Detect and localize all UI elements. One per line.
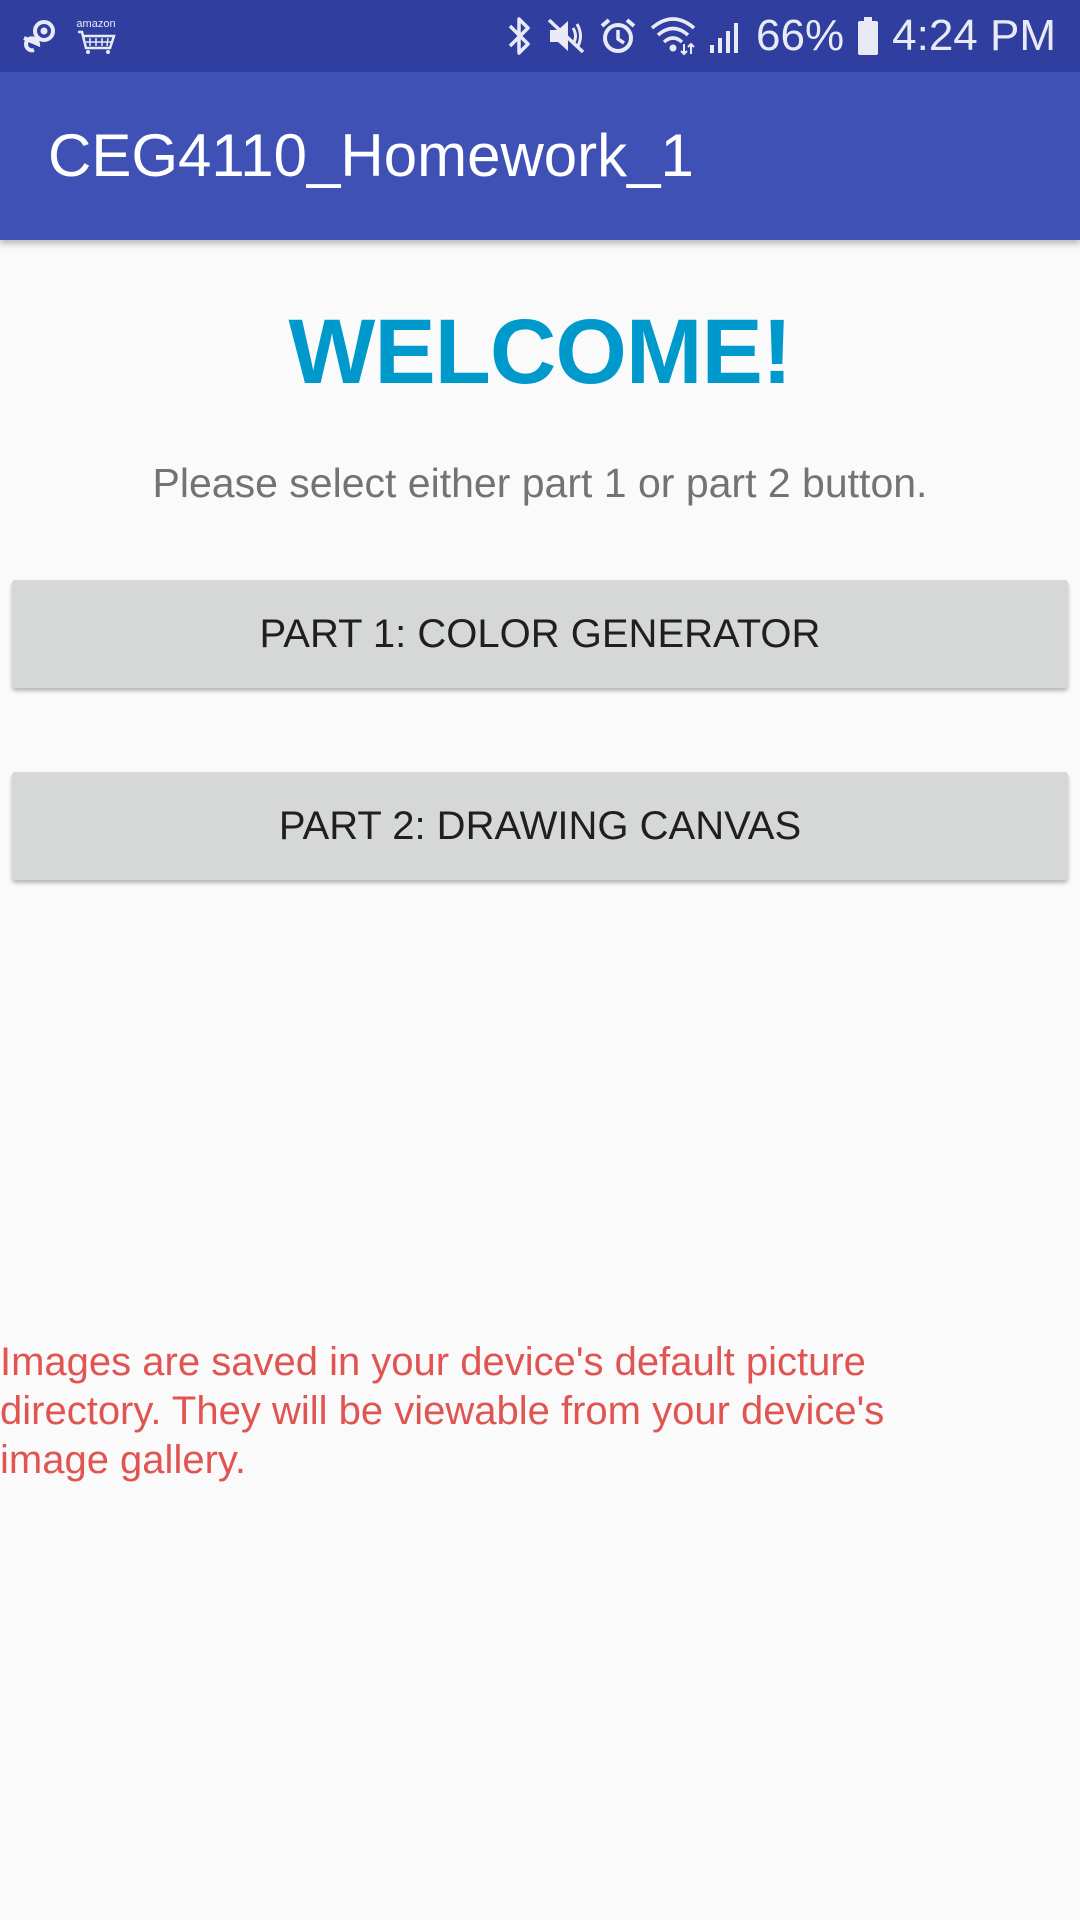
wifi-icon — [650, 16, 696, 56]
status-bar: amazon 66% 4:24 PM — [0, 0, 1080, 72]
amazon-word: amazon — [76, 17, 116, 30]
system-icons: 66% 4:24 PM — [506, 0, 1056, 72]
welcome-heading: WELCOME! — [288, 301, 792, 403]
notification-icons: amazon — [22, 14, 116, 58]
app-bar: CEG4110_Homework_1 — [0, 72, 1080, 240]
signal-icon — [708, 17, 744, 55]
steam-icon — [22, 18, 58, 54]
instruction-text: Please select either part 1 or part 2 bu… — [152, 460, 928, 506]
part-1-color-generator-button[interactable]: PART 1: COLOR GENERATOR — [12, 580, 1068, 688]
battery-percent: 66% — [756, 11, 845, 60]
part-2-drawing-canvas-button[interactable]: PART 2: DRAWING CANVAS — [12, 772, 1068, 880]
bluetooth-icon — [506, 15, 534, 57]
battery-icon — [856, 15, 880, 57]
clock: 4:24 PM — [892, 11, 1056, 60]
amazon-icon: amazon — [76, 17, 116, 54]
app-title: CEG4110_Homework_1 — [48, 122, 694, 189]
alarm-icon — [598, 16, 638, 56]
save-location-note: Images are saved in your device's defaul… — [0, 1340, 885, 1482]
mute-icon — [546, 16, 586, 56]
